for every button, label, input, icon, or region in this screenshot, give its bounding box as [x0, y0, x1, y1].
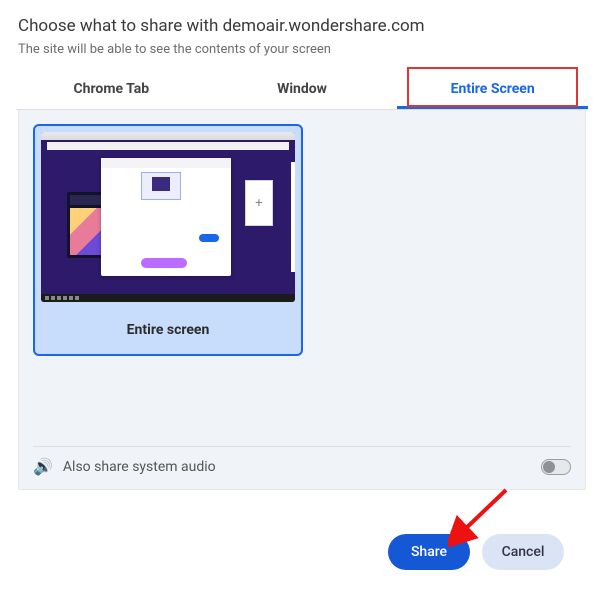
sound-icon: 🔊: [33, 459, 53, 475]
audio-toggle[interactable]: [541, 459, 571, 475]
tab-window[interactable]: Window: [207, 71, 398, 109]
footer: Share Cancel: [18, 490, 586, 570]
audio-row: 🔊 Also share system audio: [33, 446, 571, 475]
dialog-title: Choose what to share with demoair.wonder…: [18, 16, 586, 36]
tab-bar: Chrome Tab Window Entire Screen: [16, 71, 588, 110]
tab-chrome-tab[interactable]: Chrome Tab: [16, 71, 207, 109]
screen-option-card[interactable]: Entire screen: [33, 124, 303, 356]
screen-option-label: Entire screen: [41, 302, 295, 346]
audio-label: Also share system audio: [63, 459, 216, 475]
share-button[interactable]: Share: [388, 534, 470, 570]
content-area: Entire screen 🔊 Also share system audio: [18, 110, 586, 490]
cancel-button[interactable]: Cancel: [482, 534, 564, 570]
screen-thumbnail: [41, 132, 295, 302]
tab-entire-screen[interactable]: Entire Screen: [397, 71, 588, 109]
dialog-subtitle: The site will be able to see the content…: [18, 42, 586, 57]
tab-entire-screen-label: Entire Screen: [451, 81, 535, 97]
